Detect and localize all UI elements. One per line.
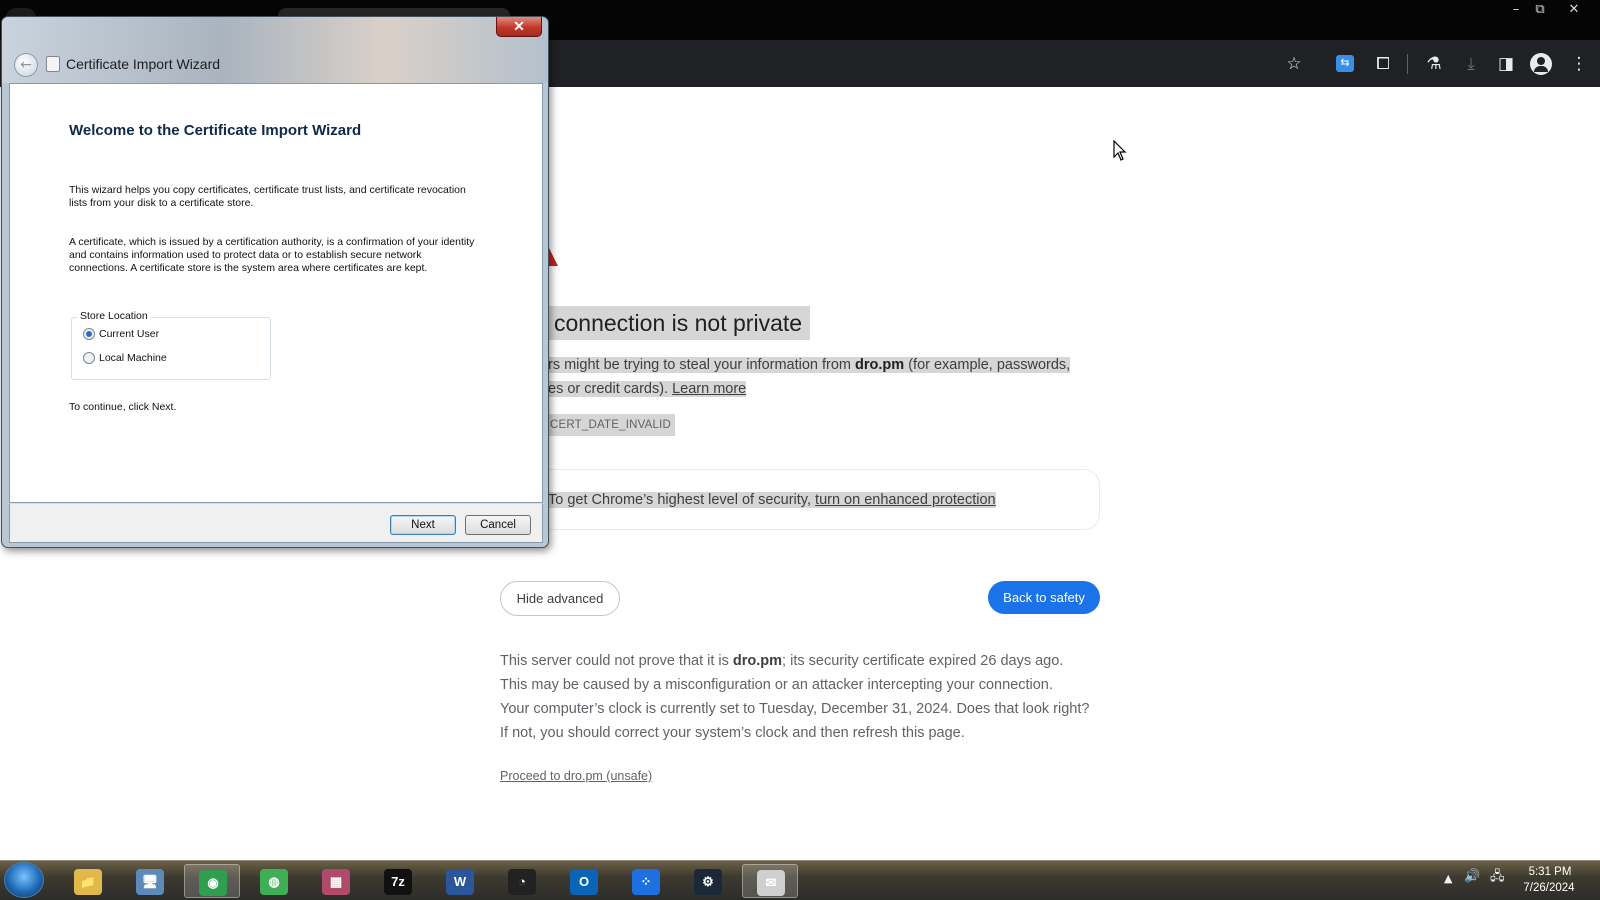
taskbar-app-7zip[interactable]: 7z: [370, 864, 426, 898]
cancel-button[interactable]: Cancel: [465, 515, 531, 535]
radio-current-user-label: Current User: [99, 328, 160, 340]
taskbar-app-control-panel[interactable]: 🖥: [122, 864, 178, 898]
toolbar-separator: [1407, 54, 1408, 74]
taskbar-app-chrome[interactable]: ◉: [184, 864, 240, 898]
wizard-intro-line-2: lists from your disk to a certificate st…: [69, 197, 254, 209]
steam-icon: ⚙: [694, 869, 722, 895]
obs-icon: ◔: [508, 869, 536, 895]
radio-local-machine-label: Local Machine: [99, 352, 167, 364]
detail-text-1-post: ; its security certificate expired 26 da…: [782, 653, 1064, 669]
labs-flask-icon[interactable]: ⚗: [1422, 52, 1446, 76]
warning-domain: dro.pm: [855, 357, 905, 373]
tray-up-arrow-icon[interactable]: ▲: [1444, 872, 1452, 886]
next-button[interactable]: Next: [390, 515, 456, 535]
file-explorer-icon: 📁: [74, 869, 102, 895]
warning-text-2: es or credit cards).: [548, 381, 673, 397]
radio-current-user[interactable]: Current User: [83, 328, 159, 341]
wizard-heading: Welcome to the Certificate Import Wizard: [69, 122, 362, 139]
control-panel-icon: 🖥: [136, 869, 164, 895]
chrome-icon: ◉: [199, 870, 227, 896]
back-arrow-icon[interactable]: ←: [14, 53, 38, 77]
extension-blue-icon[interactable]: ⇆: [1336, 55, 1354, 72]
taskbar-app-certificate-manager[interactable]: ✉: [742, 864, 798, 898]
taskbar: [0, 860, 1600, 900]
clock-time[interactable]: 5:31 PM: [1525, 866, 1575, 878]
profile-icon-head: [1537, 57, 1545, 65]
taskbar-app-globe-browser[interactable]: ◍: [246, 864, 302, 898]
protection-text: To get Chrome’s highest level of securit…: [548, 492, 816, 508]
minimize-button[interactable]: –: [1504, 0, 1528, 20]
taskbar-app-outlook[interactable]: O: [556, 864, 612, 898]
screen: – ⧉ ✕ ☆ ⇆ ⧠ ⚗ ⤓ ◨ ⋮ connection is not pr…: [0, 0, 1600, 900]
close-window-button[interactable]: ✕: [1562, 0, 1586, 20]
store-location-label: Store Location: [77, 310, 151, 322]
restore-button[interactable]: ⧉: [1528, 0, 1552, 20]
detail-line-1: This server could not prove that it is d…: [500, 649, 1063, 673]
start-button[interactable]: [4, 862, 44, 898]
clock-date[interactable]: 7/26/2024: [1520, 882, 1578, 894]
warning-paragraph-line-2: es or credit cards). Learn more: [548, 378, 747, 400]
certificate-icon: [46, 56, 60, 72]
radio-selected-icon[interactable]: [83, 328, 95, 341]
blue-app-icon: ⁘: [632, 869, 660, 895]
outlook-icon: O: [570, 869, 598, 895]
detail-domain: dro.pm: [732, 653, 783, 669]
warning-text-examples: (for example, passwords,: [904, 357, 1071, 373]
back-to-safety-button[interactable]: Back to safety: [988, 581, 1100, 614]
dialog-body: Welcome to the Certificate Import Wizard…: [9, 83, 543, 503]
network-icon[interactable]: 🖧: [1490, 870, 1505, 884]
radio-unselected-icon[interactable]: [83, 352, 95, 365]
volume-icon[interactable]: 🔊: [1464, 870, 1480, 884]
taskbar-app-blue-app[interactable]: ⁘: [618, 864, 674, 898]
detail-line-4: If not, you should correct your system’s…: [500, 725, 965, 741]
wizard-desc-line-2: and contains information used to protect…: [69, 249, 422, 261]
detail-line-3: Your computer’s clock is currently set t…: [500, 701, 1090, 717]
certificate-import-wizard-dialog: ✕ ← Certificate Import Wizard Welcome to…: [1, 16, 549, 548]
taskbar-app-winrar[interactable]: ▦: [308, 864, 364, 898]
menu-dots-icon[interactable]: ⋮: [1567, 52, 1591, 76]
taskbar-app-word[interactable]: W: [432, 864, 488, 898]
enhanced-protection-link[interactable]: turn on enhanced protection: [815, 492, 996, 508]
warning-paragraph-line-1: rs might be trying to steal your informa…: [548, 354, 1071, 376]
globe-browser-icon: ◍: [260, 869, 288, 895]
profile-icon-body: [1534, 66, 1548, 72]
page-title: connection is not private: [546, 306, 811, 340]
wizard-intro-line-1: This wizard helps you copy certificates,…: [69, 184, 466, 196]
mouse-cursor-icon: [1113, 140, 1127, 161]
wizard-desc-line-3: connections. A certificate store is the …: [69, 262, 428, 274]
download-icon[interactable]: ⤓: [1459, 52, 1483, 76]
detail-text-1: This server could not prove that it is: [500, 653, 733, 669]
proceed-unsafe-link[interactable]: Proceed to dro.pm (unsafe): [500, 767, 652, 785]
puzzle-icon[interactable]: ⧠: [1371, 52, 1395, 76]
dialog-title: Certificate Import Wizard: [66, 56, 221, 72]
store-location-group: [71, 317, 271, 380]
dialog-footer: Next Cancel: [9, 503, 543, 543]
7zip-icon: 7z: [384, 869, 412, 895]
wizard-desc-line-1: A certificate, which is issued by a cert…: [69, 236, 475, 248]
error-code[interactable]: CERT_DATE_INVALID: [546, 414, 675, 436]
taskbar-app-file-explorer[interactable]: 📁: [60, 864, 116, 898]
warning-text: rs might be trying to steal your informa…: [548, 357, 856, 373]
winrar-icon: ▦: [322, 869, 350, 895]
certificate-manager-icon: ✉: [757, 870, 785, 896]
radio-local-machine[interactable]: Local Machine: [83, 352, 167, 365]
side-panel-icon[interactable]: ◨: [1494, 52, 1518, 76]
learn-more-link[interactable]: Learn more: [672, 381, 746, 397]
hide-advanced-button[interactable]: Hide advanced: [500, 581, 620, 616]
enhanced-protection-text: To get Chrome’s highest level of securit…: [548, 489, 996, 511]
taskbar-app-obs[interactable]: ◔: [494, 864, 550, 898]
dialog-close-button[interactable]: ✕: [496, 17, 542, 37]
taskbar-app-steam[interactable]: ⚙: [680, 864, 736, 898]
star-icon[interactable]: ☆: [1282, 52, 1306, 76]
word-icon: W: [446, 869, 474, 895]
detail-line-2: This may be caused by a misconfiguration…: [500, 677, 1053, 693]
continue-instruction: To continue, click Next.: [69, 401, 177, 413]
